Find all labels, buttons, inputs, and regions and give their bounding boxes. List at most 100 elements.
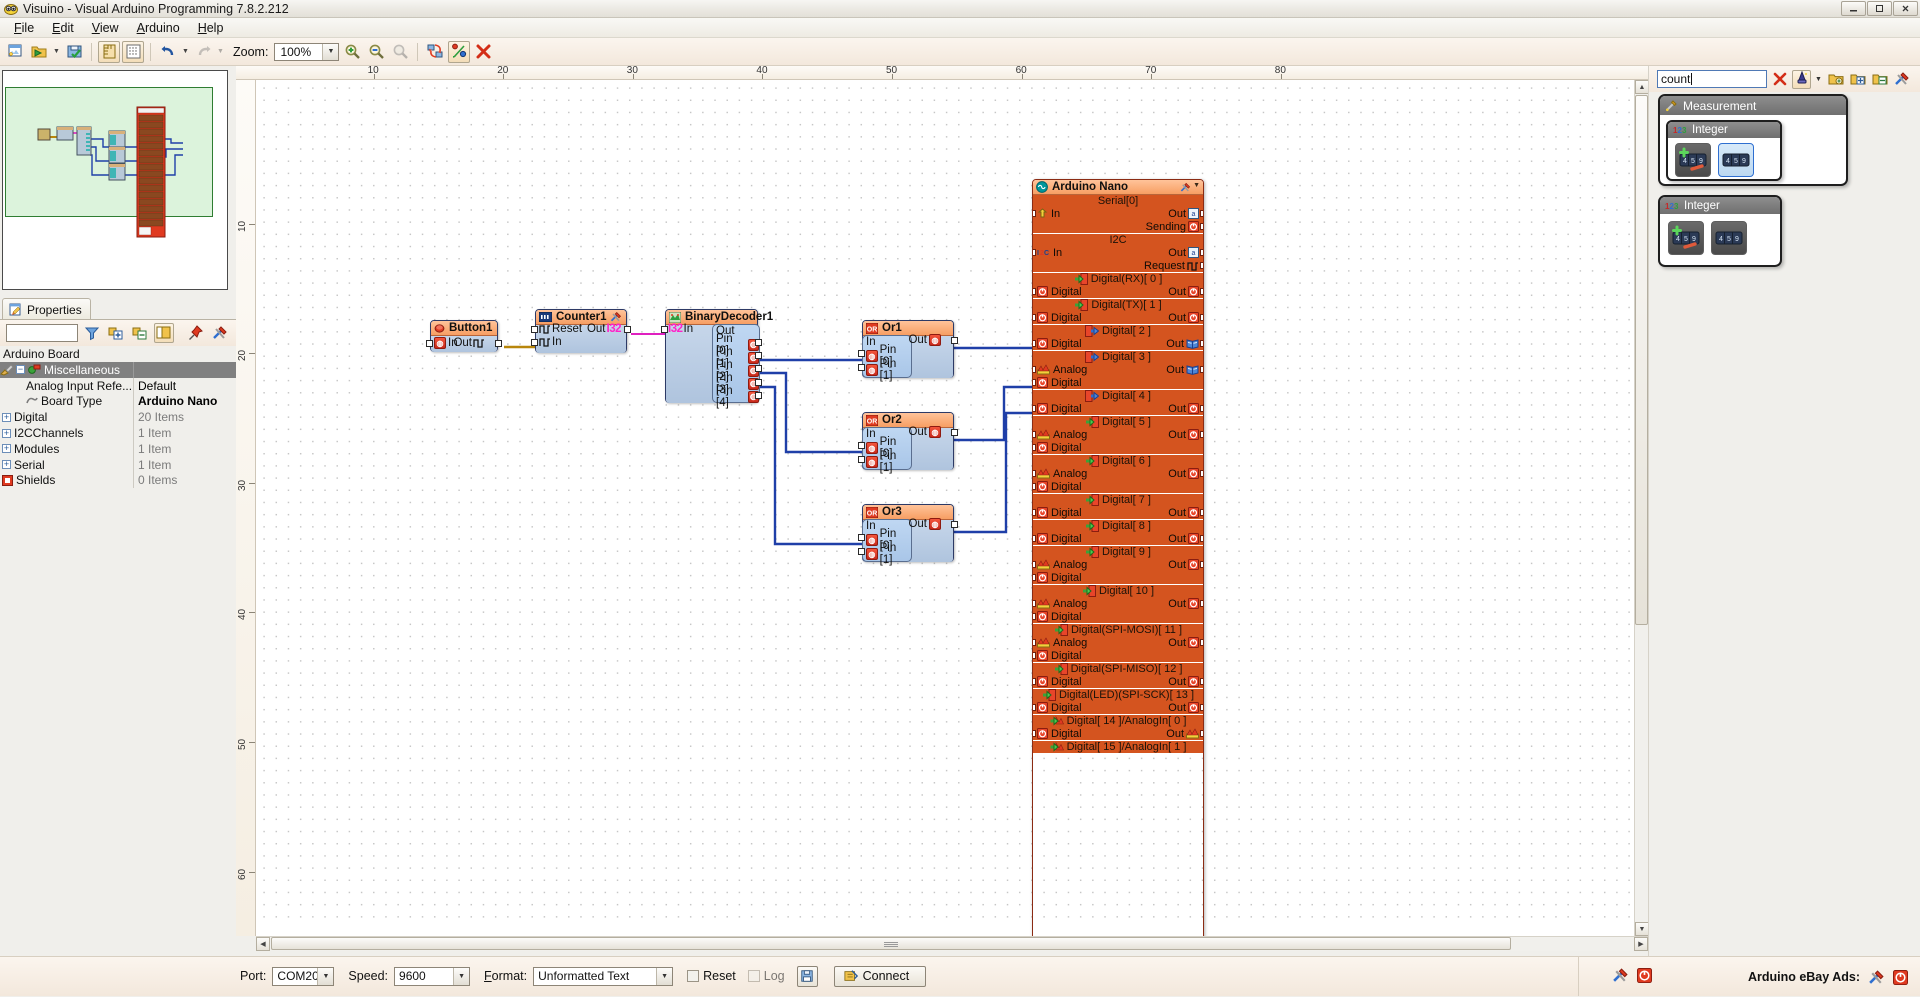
- property-value[interactable]: 0 Items: [133, 472, 236, 489]
- node-arduino-nano-board[interactable]: Arduino Nano ▼ Serial[0] In Out a Sending I2C…: [1032, 179, 1204, 936]
- category-panel-integer[interactable]: 123 Integer 459 459: [1658, 195, 1782, 267]
- board-pin-row[interactable]: Digital Out: [1033, 506, 1203, 519]
- pin1-connector[interactable]: [858, 456, 865, 463]
- pin-input[interactable]: Digital: [1037, 403, 1082, 415]
- board-pin-group[interactable]: Digital[ 15 ]/AnalogIn[ 1 ]: [1033, 741, 1203, 754]
- scroll-left-arrow[interactable]: ◀: [256, 937, 270, 951]
- property-row[interactable]: Board Type Arduino Nano: [0, 393, 236, 410]
- pin-output[interactable]: Out: [1166, 364, 1199, 376]
- chevron-down-icon[interactable]: ▼: [317, 967, 334, 985]
- pin-output-connector[interactable]: [1200, 470, 1203, 477]
- port-pin4[interactable]: Pin [4] ◍: [713, 385, 759, 409]
- pin-output[interactable]: Out: [1168, 429, 1199, 441]
- checkbox-box[interactable]: [747, 970, 760, 982]
- port-in-connector[interactable]: [661, 326, 668, 333]
- node-button1[interactable]: Button1 ◍ In Out: [426, 320, 502, 352]
- canvas-horizontal-scrollbar[interactable]: ◀ ▶: [256, 936, 1648, 951]
- pin-input[interactable]: Digital: [1037, 481, 1082, 493]
- port-in-connector[interactable]: [426, 340, 433, 347]
- pin0-connector[interactable]: [858, 442, 865, 449]
- property-row[interactable]: Shields 0 Items: [0, 472, 236, 489]
- property-row[interactable]: + Modules 1 Item: [0, 440, 236, 457]
- pin-output-connector[interactable]: [1200, 340, 1203, 347]
- zoom-out-icon[interactable]: [365, 41, 387, 63]
- pin-input[interactable]: Digital: [1037, 377, 1082, 389]
- pin-output[interactable]: Out: [1168, 676, 1199, 688]
- properties-table[interactable]: − Miscellaneous Analog Input Refe... Defaul…: [0, 362, 236, 489]
- canvas-vertical-scrollbar[interactable]: ▲ ▼: [1634, 80, 1649, 936]
- property-value[interactable]: Default: [133, 377, 236, 394]
- property-value[interactable]: 1 Item: [133, 440, 236, 457]
- pin-input[interactable]: Analog: [1037, 598, 1087, 610]
- horizontal-scroll-thumb[interactable]: [271, 937, 1511, 950]
- port-out[interactable]: Out ◍: [908, 518, 941, 530]
- checkbox-box[interactable]: [687, 970, 700, 982]
- pin-output-connector[interactable]: [1200, 730, 1203, 737]
- pin-output[interactable]: Out: [1168, 507, 1199, 519]
- pin1-connector[interactable]: [755, 352, 762, 359]
- board-pin-row[interactable]: Digital Out: [1033, 532, 1203, 545]
- board-pin-row[interactable]: Digital Out: [1033, 402, 1203, 415]
- board-pin-row[interactable]: Digital: [1033, 441, 1203, 454]
- undo-dropdown[interactable]: ▼: [181, 41, 190, 63]
- pin-icon[interactable]: [186, 323, 206, 343]
- port-in[interactable]: I32 In: [668, 323, 693, 335]
- pin-map-icon[interactable]: [448, 40, 471, 63]
- node-or3[interactable]: OR Or3 In ◍ Pin [0] ◍ Pin [1] Out ◍: [858, 504, 958, 566]
- port-pin1[interactable]: ◍ Pin [1]: [863, 358, 911, 382]
- expander-toggle[interactable]: +: [2, 428, 11, 438]
- board-pin-group[interactable]: Digital[ 4 ] Digital Out: [1033, 390, 1203, 416]
- pin-input[interactable]: Digital: [1037, 611, 1082, 623]
- tab-properties[interactable]: Properties: [2, 298, 91, 320]
- new-project-icon[interactable]: [4, 41, 26, 63]
- port-out[interactable]: Out ◍: [908, 334, 941, 346]
- port-out-connector[interactable]: [495, 340, 502, 347]
- filter-icon[interactable]: [82, 323, 102, 343]
- node-or2[interactable]: OR Or2 In ◍ Pin [0] ◍ Pin [1] Out ◍: [858, 412, 958, 474]
- open-project-icon[interactable]: [28, 41, 50, 63]
- expander-toggle[interactable]: +: [2, 412, 11, 422]
- pin-input[interactable]: Analog: [1037, 429, 1087, 441]
- board-pin-group[interactable]: Digital[ 5 ] Analog Out Digital: [1033, 416, 1203, 455]
- pin-input-connector[interactable]: [1033, 535, 1036, 542]
- pin-input-connector[interactable]: [1033, 678, 1036, 685]
- redo-icon[interactable]: [192, 41, 214, 63]
- pin1-connector[interactable]: [858, 364, 865, 371]
- pin-input-connector[interactable]: [1033, 613, 1036, 620]
- board-pin-row[interactable]: I 2 C In Out a: [1033, 246, 1203, 259]
- property-row[interactable]: + Serial 1 Item: [0, 456, 236, 473]
- board-pin-row[interactable]: Digital: [1033, 610, 1203, 623]
- maximize-button[interactable]: [1867, 1, 1892, 16]
- pin-input[interactable]: Digital: [1037, 286, 1082, 298]
- board-pin-group[interactable]: Digital(TX)[ 1 ] Digital Out: [1033, 299, 1203, 325]
- pin-output[interactable]: Out: [1168, 598, 1199, 610]
- board-pin-group[interactable]: Digital(LED)(SPI-SCK)[ 13 ] Digital Out: [1033, 689, 1203, 715]
- pin-output-connector[interactable]: [1200, 210, 1203, 217]
- component-integer[interactable]: 459: [1711, 221, 1747, 255]
- pin-input-connector[interactable]: [1033, 561, 1036, 568]
- board-pin-row[interactable]: Sending: [1033, 220, 1203, 233]
- board-pin-group[interactable]: Digital[ 2 ] Digital Out: [1033, 325, 1203, 351]
- pin-input[interactable]: Analog: [1037, 637, 1087, 649]
- property-row[interactable]: Analog Input Refe... Default: [0, 377, 236, 394]
- pin-input[interactable]: Digital: [1037, 533, 1082, 545]
- pin-output-connector[interactable]: [1200, 249, 1203, 256]
- pin-input[interactable]: Digital: [1037, 572, 1082, 584]
- tools-icon[interactable]: [1868, 969, 1885, 986]
- board-pin-row[interactable]: Analog Out: [1033, 636, 1203, 649]
- board-pin-row[interactable]: In Out a: [1033, 207, 1203, 220]
- board-pin-group[interactable]: I2C I 2 C In Out a Request: [1033, 234, 1203, 273]
- pin-output-connector[interactable]: [1200, 366, 1203, 373]
- board-pin-row[interactable]: Digital Out: [1033, 675, 1203, 688]
- tools-icon[interactable]: [1180, 182, 1191, 193]
- pin-output[interactable]: Out: [1168, 702, 1199, 714]
- board-pin-group[interactable]: Digital(SPI-MISO)[ 12 ] Digital Out: [1033, 663, 1203, 689]
- scroll-down-arrow[interactable]: ▼: [1635, 922, 1649, 936]
- reset-checkbox[interactable]: Reset: [687, 969, 736, 983]
- pin-input-connector[interactable]: [1033, 379, 1036, 386]
- pin-input[interactable]: Analog: [1037, 468, 1087, 480]
- component-counter[interactable]: 459: [1668, 221, 1704, 255]
- board-pin-row[interactable]: Digital: [1033, 571, 1203, 584]
- port-pin1[interactable]: ◍ Pin [1]: [863, 542, 911, 566]
- board-pin-row[interactable]: Analog Out: [1033, 363, 1203, 376]
